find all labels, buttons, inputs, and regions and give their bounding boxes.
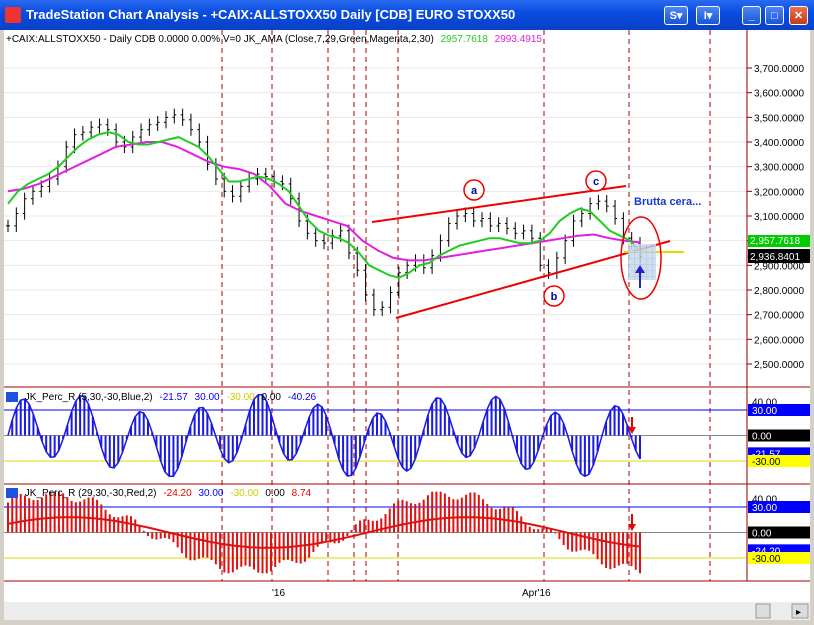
price-info-text: +CAIX:ALLSTOXX50 - Daily CDB 0.0000 0.00… [6, 34, 434, 45]
perc-r-1-upper: 30.00 [194, 392, 220, 403]
y-tick-label: 3,100.0000 [754, 212, 804, 223]
perc-r-2-upper: 30.00 [198, 488, 224, 499]
perc-r-1-value: -21.57 [159, 392, 188, 403]
axis-marker-label: -30.00 [752, 457, 781, 468]
green-value-marker-label: 2,957.7618 [750, 236, 800, 247]
y-tick-label: 3,200.0000 [754, 187, 804, 198]
symbol-menu-label: S [669, 10, 677, 22]
perc-r-2-zero: 0.00 [265, 488, 285, 499]
x-label-apr16: Apr'16 [522, 588, 551, 599]
y-tick-label: 2,600.0000 [754, 335, 804, 346]
horizontal-scrollbar[interactable] [4, 602, 810, 620]
axis-marker-label: 0.00 [752, 529, 772, 540]
green-ama-value: 2957.7618 [440, 34, 488, 45]
perc-r-1-zero: 0.00 [261, 392, 281, 403]
maximize-button[interactable]: □ [765, 6, 784, 25]
annotation-note: Brutta cera... [634, 196, 701, 208]
interval-menu-label: I [703, 10, 707, 22]
perc-r-1-info: JK_Perc_R (5,30,-30,Blue,2) -21.57 30.00… [6, 392, 320, 403]
y-tick-label: 3,600.0000 [754, 89, 804, 100]
axis-marker-label: 30.00 [752, 503, 777, 514]
y-tick-label: 3,400.0000 [754, 138, 804, 149]
perc-r-1-extra: -40.26 [287, 392, 317, 403]
x-label-2016: '16 [272, 588, 285, 599]
perc-r-2-lower: -30.00 [230, 488, 259, 499]
perc-r-1-lower: -30.00 [226, 392, 255, 403]
highlight-grid [628, 244, 656, 280]
symbol-menu-button[interactable]: S▾ [664, 6, 688, 25]
magenta-ama-value: 2993.4915 [494, 34, 542, 45]
chart-area[interactable]: 3,700.0000 3,600.0000 3,500.0000 3,400.0000… [4, 30, 810, 620]
y-tick-label: 2,800.0000 [754, 286, 804, 297]
window-title: TradeStation Chart Analysis - +CAIX:ALLS… [26, 7, 516, 22]
indicator-2-icon[interactable] [6, 488, 18, 499]
perc-r-2-info: JK_Perc_R (29,30,-30,Red,2) -24.20 30.00… [6, 488, 315, 499]
y-tick-label: 3,500.0000 [754, 113, 804, 124]
y-tick-label: 3,300.0000 [754, 163, 804, 174]
axis-marker-label: 0.00 [752, 432, 772, 443]
y-tick-label: 2,500.0000 [754, 360, 804, 371]
indicator-1-icon[interactable] [6, 392, 18, 403]
annotation-a: a [471, 185, 478, 197]
y-tick-label: 3,700.0000 [754, 64, 804, 75]
close-button[interactable]: ✕ [789, 6, 808, 25]
minimize-button[interactable]: _ [742, 6, 761, 25]
annotation-c: c [593, 176, 599, 188]
axis-marker-label: 30.00 [752, 406, 777, 417]
perc-r-1-name: JK_Perc_R (5,30,-30,Blue,2) [24, 392, 153, 403]
perc-r-2-extra: 8.74 [291, 488, 312, 499]
scroll-right-icon: ▸ [796, 607, 801, 618]
title-bar: TradeStation Chart Analysis - +CAIX:ALLS… [0, 0, 814, 30]
price-pane-info: +CAIX:ALLSTOXX50 - Daily CDB 0.0000 0.00… [6, 34, 546, 45]
app-icon [5, 7, 21, 23]
interval-menu-button[interactable]: I▾ [696, 6, 720, 25]
chart-canvas[interactable]: 3,700.0000 3,600.0000 3,500.0000 3,400.0000… [4, 30, 810, 620]
y-tick-label: 2,700.0000 [754, 311, 804, 322]
perc-r-2-name: JK_Perc_R (29,30,-30,Red,2) [24, 488, 157, 499]
axis-marker-label: -30.00 [752, 554, 781, 565]
scroll-thumb[interactable] [755, 603, 771, 619]
last-price-label: 2,936.8401 [750, 252, 800, 263]
annotation-b: b [551, 291, 558, 303]
perc-r-2-value: -24.20 [163, 488, 192, 499]
